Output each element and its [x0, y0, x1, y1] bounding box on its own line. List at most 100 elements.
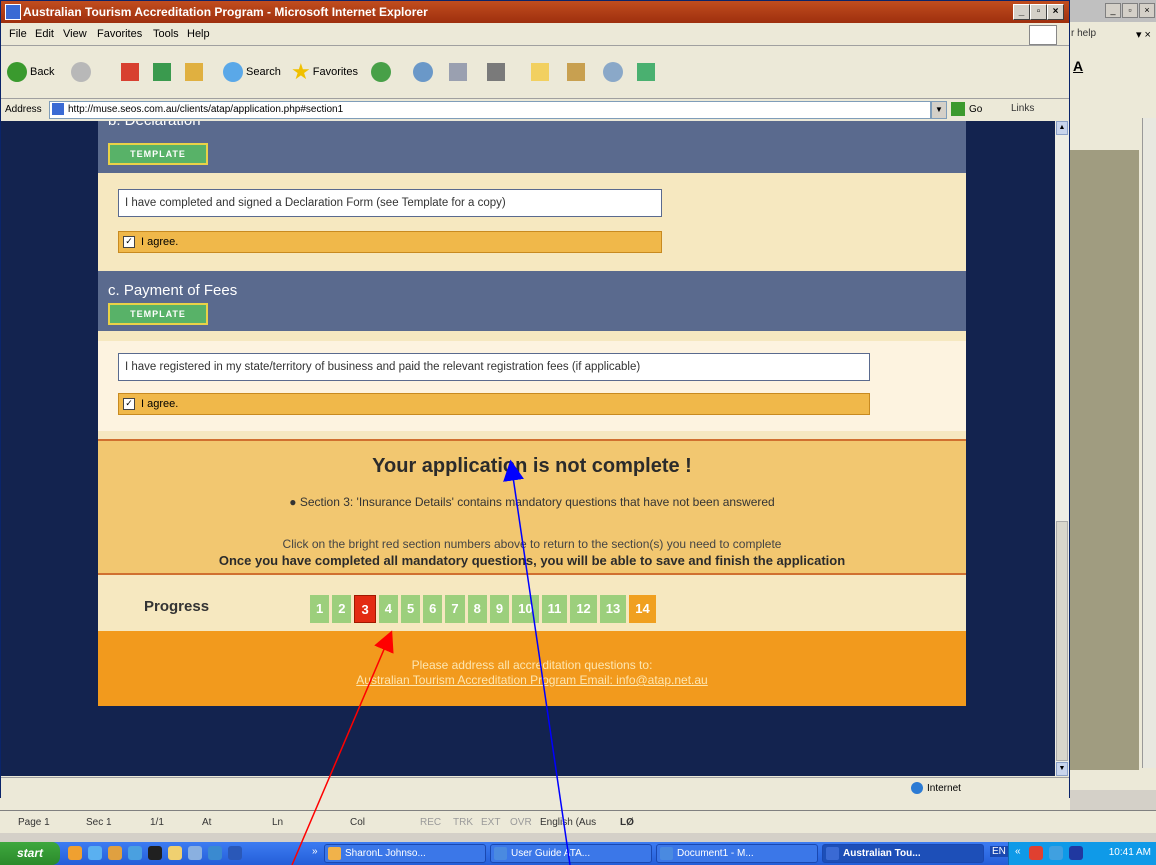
progress-step[interactable]: 5 — [400, 595, 421, 623]
task-item[interactable]: User Guide ATA... — [490, 844, 652, 863]
word-minimize-button[interactable]: _ — [1105, 3, 1121, 18]
footer-email-link[interactable]: Australian Tourism Accreditation Program… — [98, 673, 966, 687]
tray-expand-icon[interactable]: « — [1015, 846, 1021, 857]
quicklaunch-icon[interactable] — [88, 846, 102, 860]
section-c-agree-row[interactable]: ✓ I agree. — [118, 393, 870, 415]
task-item[interactable]: SharonL Johnso... — [324, 844, 486, 863]
progress-step[interactable]: 13 — [599, 595, 627, 623]
task-item[interactable]: Document1 - M... — [656, 844, 818, 863]
security-zone: Internet — [911, 782, 961, 794]
links-button[interactable]: Links — [1011, 103, 1034, 114]
go-button[interactable]: Go — [951, 102, 982, 116]
menu-file[interactable]: File — [9, 28, 27, 40]
menu-tools[interactable]: Tools — [153, 28, 179, 40]
progress-step[interactable]: 2 — [332, 595, 352, 623]
progress-step[interactable]: 10 — [512, 595, 539, 623]
address-dropdown-icon[interactable]: ▼ — [931, 101, 947, 119]
progress-step-incomplete[interactable]: 3 — [354, 595, 376, 623]
spelling-status-icon[interactable]: LØ — [620, 817, 634, 828]
menu-help[interactable]: Help — [187, 28, 210, 40]
research-button[interactable] — [567, 60, 585, 84]
status-ext[interactable]: EXT — [481, 817, 500, 828]
standard-toolbar: Back Search ★ Favorites — [1, 46, 1069, 99]
word-scrollbar[interactable] — [1142, 118, 1156, 768]
progress-step[interactable]: 12 — [570, 595, 597, 623]
back-button[interactable]: Back — [7, 60, 54, 84]
search-label: Search — [246, 66, 281, 78]
progress-step[interactable]: 8 — [467, 595, 487, 623]
print-button[interactable] — [449, 60, 467, 84]
taskbar-overflow-icon[interactable]: » — [312, 846, 318, 857]
status-trk[interactable]: TRK — [453, 817, 473, 828]
favorites-button[interactable]: ★ Favorites — [291, 59, 358, 84]
menu-edit[interactable]: Edit — [35, 28, 54, 40]
incomplete-instruction: Click on the bright red section numbers … — [282, 537, 782, 551]
tray-icon[interactable] — [1029, 846, 1043, 860]
page-content: b. Declaration TEMPLATE I have completed… — [1, 121, 1055, 776]
scroll-down-icon[interactable]: ▼ — [1056, 762, 1068, 776]
progress-step[interactable]: 11 — [541, 595, 568, 623]
page-scrollbar[interactable]: ▲ ▼ — [1055, 121, 1069, 776]
mail-button[interactable] — [413, 60, 436, 84]
task-item-active[interactable]: Australian Tou... — [822, 844, 984, 863]
language-indicator[interactable]: EN — [990, 846, 1008, 857]
address-input[interactable]: http://muse.seos.com.au/clients/atap/app… — [49, 101, 931, 119]
forward-button[interactable] — [71, 60, 94, 84]
section-b-agree-row[interactable]: ✓ I agree. — [118, 231, 662, 253]
scroll-up-icon[interactable]: ▲ — [1056, 121, 1068, 135]
start-button[interactable]: start — [0, 842, 60, 865]
quicklaunch-icon[interactable] — [148, 846, 162, 860]
maximize-button[interactable]: ▫ — [1030, 4, 1047, 20]
progress-step[interactable]: 1 — [310, 595, 330, 623]
windows-logo-icon — [1029, 25, 1057, 45]
status-ln: Ln — [272, 817, 284, 828]
edit-button[interactable] — [487, 60, 505, 84]
ie-window-icon — [5, 4, 21, 20]
quicklaunch-icon[interactable] — [108, 846, 122, 860]
section-b-template-button[interactable]: TEMPLATE — [108, 143, 208, 165]
section-c-checkbox[interactable]: ✓ — [123, 398, 135, 411]
quicklaunch-icon[interactable] — [208, 846, 222, 860]
refresh-button[interactable] — [153, 60, 171, 84]
minimize-button[interactable]: _ — [1013, 4, 1030, 20]
tray-icon[interactable] — [1069, 846, 1083, 860]
menu-view[interactable]: View — [63, 28, 87, 40]
font-color-icon[interactable]: A — [1073, 58, 1083, 74]
section-b-checkbox[interactable]: ✓ — [123, 236, 135, 249]
progress-step[interactable]: 6 — [423, 595, 443, 623]
quicklaunch-icon[interactable] — [188, 846, 202, 860]
progress-step[interactable]: 7 — [445, 595, 465, 623]
folder-button[interactable] — [531, 60, 549, 84]
status-ovr[interactable]: OVR — [510, 817, 532, 828]
home-button[interactable] — [185, 60, 203, 84]
close-button[interactable]: × — [1047, 4, 1064, 20]
discuss-button[interactable] — [637, 60, 655, 84]
scroll-thumb[interactable] — [1056, 521, 1068, 761]
history-button[interactable] — [371, 60, 394, 84]
stop-button[interactable] — [121, 60, 139, 84]
progress-step[interactable]: 4 — [378, 595, 398, 623]
mail-icon — [413, 62, 433, 82]
quicklaunch-icon[interactable] — [228, 846, 242, 860]
task-icon — [660, 847, 673, 860]
word-title-bar: _ ▫ × — [1063, 0, 1156, 22]
word-restore-button[interactable]: ▫ — [1122, 3, 1138, 18]
messenger-button[interactable] — [603, 60, 626, 84]
word-close-button[interactable]: × — [1139, 3, 1155, 18]
section-c-template-button[interactable]: TEMPLATE — [108, 303, 208, 325]
word-help-close[interactable]: ▾ × — [1136, 28, 1151, 41]
go-label: Go — [969, 103, 983, 115]
messenger-icon — [603, 62, 623, 82]
section-b-question: I have completed and signed a Declaratio… — [118, 189, 662, 217]
progress-step[interactable]: 9 — [489, 595, 510, 623]
progress-step-final[interactable]: 14 — [629, 595, 656, 623]
search-button[interactable]: Search — [223, 60, 281, 84]
incomplete-heading: Your application is not complete ! — [372, 455, 692, 477]
quicklaunch-icon[interactable] — [128, 846, 142, 860]
quicklaunch-icon[interactable] — [68, 846, 82, 860]
tray-icon[interactable] — [1049, 846, 1063, 860]
menu-favorites[interactable]: Favorites — [97, 28, 142, 40]
word-help-box[interactable]: r help — [1071, 28, 1096, 39]
status-rec[interactable]: REC — [420, 817, 441, 828]
quicklaunch-icon[interactable] — [168, 846, 182, 860]
